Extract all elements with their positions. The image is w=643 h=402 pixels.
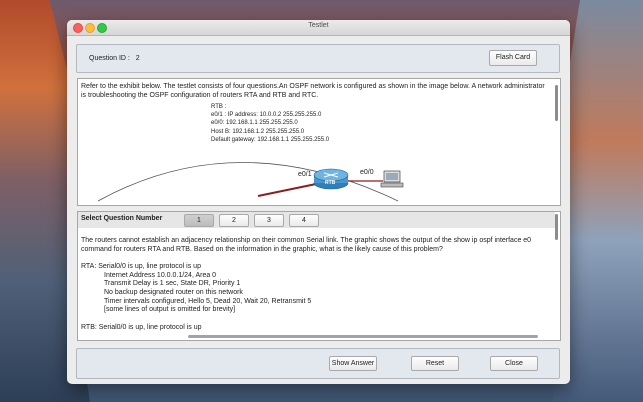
host-b-computer-icon	[380, 170, 404, 188]
question-selector-bar: Select Question Number 1 2 3 4	[78, 212, 555, 228]
port-label-right: e0/0	[360, 169, 374, 176]
question-text: The routers cannot establish an adjacenc…	[81, 237, 532, 253]
question-panel[interactable]: Select Question Number 1 2 3 4 The route…	[77, 211, 561, 341]
rta-detail-line: Internet Address 10.0.0.1/24, Area 0	[104, 271, 217, 279]
ospf-area-arc	[98, 162, 399, 202]
router-rtb-icon	[313, 168, 349, 190]
question-4-button[interactable]: 4	[289, 214, 319, 227]
question-1-button[interactable]: 1	[184, 214, 214, 227]
close-button[interactable]: Close	[490, 356, 538, 371]
exhibit-scrollbar[interactable]	[555, 85, 558, 121]
question-text-area: The routers cannot establish an adjacenc…	[81, 237, 551, 332]
flash-card-button[interactable]: Flash Card	[489, 50, 537, 66]
link-to-rtb	[257, 183, 317, 197]
topology-svg	[98, 162, 404, 202]
question-id-value: 2	[135, 55, 140, 62]
port-label-left: e0/1	[298, 171, 312, 178]
question-horizontal-scrollbar[interactable]	[188, 335, 538, 338]
exhibit-panel[interactable]: Refer to the exhibit below. The testlet …	[77, 78, 561, 206]
reset-button[interactable]: Reset	[411, 356, 459, 371]
rta-detail-line: Transmit Delay is 1 sec, State DR, Prior…	[104, 280, 241, 288]
question-2-button[interactable]: 2	[219, 214, 249, 227]
exhibit-intro-text: Refer to the exhibit below. The testlet …	[81, 83, 545, 99]
title-bar[interactable]: Testlet	[67, 20, 570, 36]
action-bar: Show Answer Reset Close	[76, 348, 560, 379]
router-label: RTB	[325, 180, 336, 186]
rtb-output-line: RTB: Serial0/0 is up, line protocol is u…	[81, 323, 202, 331]
rta-detail-line: No backup designated router on this netw…	[104, 288, 243, 296]
question-id-panel: Question ID : 2 Flash Card	[76, 44, 560, 73]
question-scrollbar[interactable]	[555, 214, 558, 240]
question-id-label: Question ID : 2	[89, 55, 140, 62]
rta-output-line: RTA: Serial0/0 is up, line protocol is u…	[81, 263, 201, 271]
network-diagram: RTB : e0/1 : IP address: 10.0.0.2 255.25…	[98, 99, 438, 205]
question-3-button[interactable]: 3	[254, 214, 284, 227]
show-answer-button[interactable]: Show Answer	[329, 356, 377, 371]
rta-detail-line: [some lines of output is omitted for bre…	[104, 306, 236, 314]
testlet-window: Testlet Question ID : 2 Flash Card Refer…	[67, 20, 570, 384]
select-question-label: Select Question Number	[81, 215, 163, 222]
window-title: Testlet	[308, 22, 329, 29]
rta-detail-line: Timer intervals configured, Hello 5, Dea…	[104, 297, 312, 305]
